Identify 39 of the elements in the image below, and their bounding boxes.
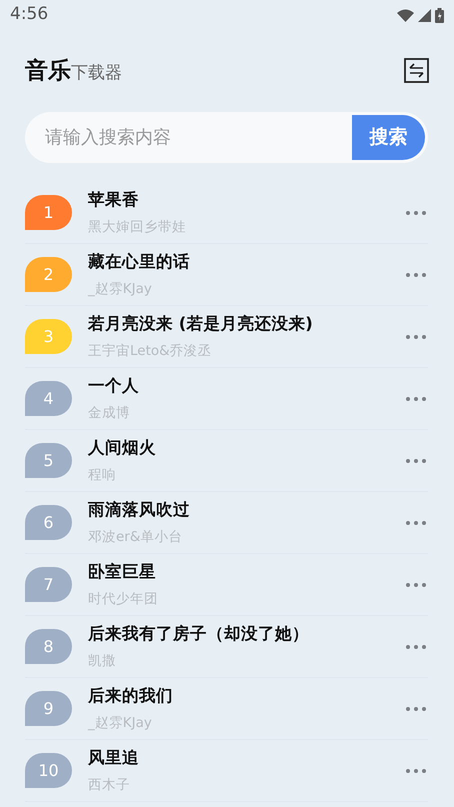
status-time: 4:56 xyxy=(10,3,48,26)
song-title: 卧室巨星 xyxy=(88,560,157,582)
more-icon[interactable] xyxy=(406,459,426,464)
song-title: 后来的我们 xyxy=(88,684,174,706)
rank-badge: 4 xyxy=(25,381,72,416)
rank-badge: 6 xyxy=(25,505,72,540)
more-icon[interactable] xyxy=(406,521,426,526)
more-icon[interactable] xyxy=(406,211,426,216)
song-title: 风里追 xyxy=(88,746,140,768)
more-icon[interactable] xyxy=(406,769,426,774)
song-title: 一个人 xyxy=(88,374,140,396)
song-title: 苹果香 xyxy=(88,188,140,210)
more-icon[interactable] xyxy=(406,273,426,278)
battery-icon xyxy=(435,8,444,22)
song-title: 后来我有了房子（却没了她） xyxy=(88,622,310,644)
rank-badge: 2 xyxy=(25,257,72,292)
more-icon[interactable] xyxy=(406,707,426,712)
rank-badge: 1 xyxy=(25,195,72,230)
rank-badge: 3 xyxy=(25,319,72,354)
search-field[interactable]: 请输入搜索内容 搜索 xyxy=(25,112,428,163)
rank-badge: 5 xyxy=(25,443,72,478)
more-icon[interactable] xyxy=(406,335,426,340)
song-title: 人间烟火 xyxy=(88,436,157,458)
more-icon[interactable] xyxy=(406,397,426,402)
song-title: 藏在心里的话 xyxy=(88,250,191,272)
rank-badge: 8 xyxy=(25,629,72,664)
rank-badge: 9 xyxy=(25,691,72,726)
more-icon[interactable] xyxy=(406,583,426,588)
song-title: 雨滴落风吹过 xyxy=(88,498,191,520)
signal-icon xyxy=(418,8,431,22)
app-title: 音乐 xyxy=(25,57,71,86)
app-subtitle: 下载器 xyxy=(71,62,122,85)
rank-badge: 10 xyxy=(25,753,72,788)
song-title: 若月亮没来 (若是月亮还没来) xyxy=(88,312,314,334)
rank-badge: 7 xyxy=(25,567,72,602)
search-button[interactable]: 搜索 xyxy=(352,115,425,160)
more-icon[interactable] xyxy=(406,645,426,650)
swap-icon[interactable] xyxy=(404,58,429,83)
wifi-icon xyxy=(397,8,414,22)
